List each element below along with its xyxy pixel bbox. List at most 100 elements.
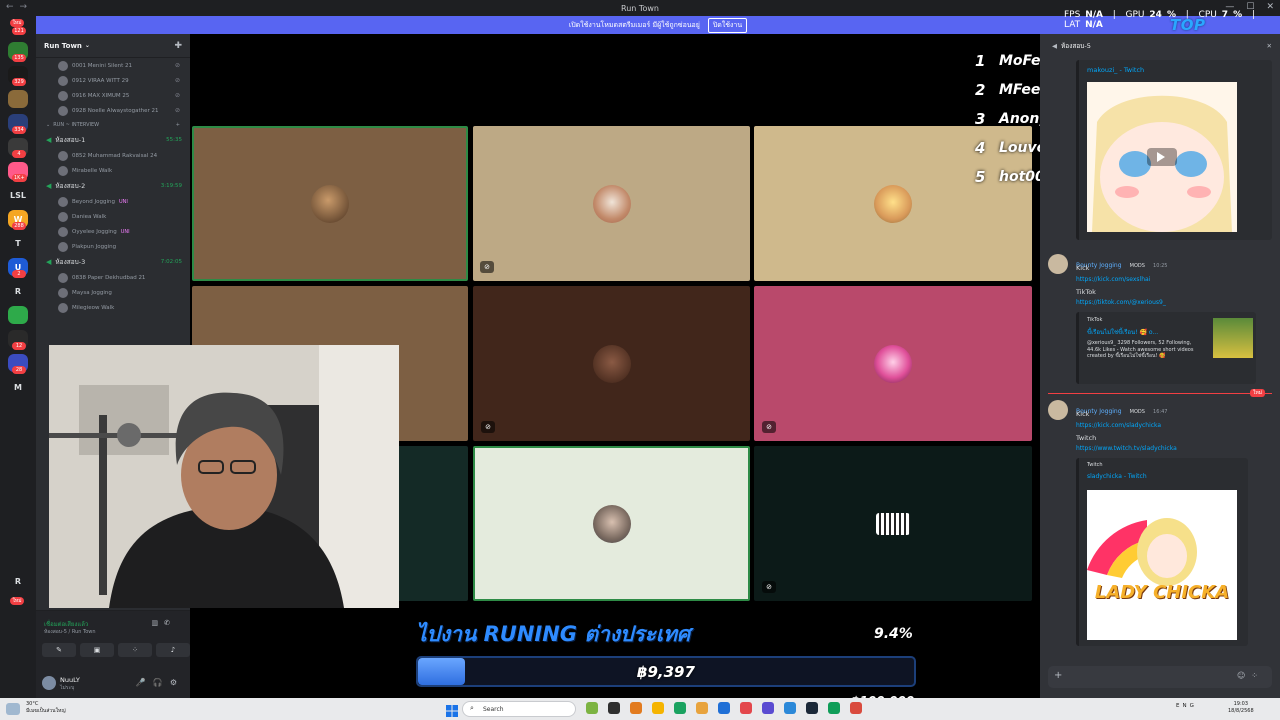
video-tile[interactable] — [473, 126, 750, 281]
soundboard-button[interactable]: ♪ — [156, 643, 190, 657]
message-link[interactable]: https://tiktok.com/@xerious9_ — [1076, 299, 1166, 306]
avatar — [58, 196, 68, 207]
add-channel-icon[interactable]: + — [176, 122, 180, 128]
muted-mic-icon: ⊘ — [174, 107, 180, 114]
taskbar-app-icon[interactable] — [608, 702, 620, 714]
video-tile[interactable]: ⊘ — [754, 286, 1032, 441]
camera-off-button[interactable]: ✎ — [42, 643, 76, 657]
video-tile[interactable] — [192, 126, 468, 281]
avatar — [58, 211, 68, 222]
taskbar-app-icon[interactable] — [696, 702, 708, 714]
channel-name: ห้องสอบ-2 — [55, 182, 86, 190]
taskbar-app-icon[interactable] — [674, 702, 686, 714]
activities-button[interactable]: ⁘ — [118, 643, 152, 657]
member-item[interactable]: 0928 Noelle Alwaystogather 21 ⊘ — [36, 103, 190, 118]
server-icon[interactable]: M — [8, 378, 28, 396]
fps-label: FPS — [1064, 10, 1081, 20]
category-header[interactable]: ⌄ RUN ~ INTERVIEW + — [36, 118, 190, 132]
weather-temp: 30°C — [26, 701, 39, 707]
voice-channel[interactable]: ◀ ห้องสอบ-2 3:19:59 — [36, 178, 190, 194]
embed-title[interactable]: makouzi_ - Twitch — [1087, 66, 1144, 74]
embed-title[interactable]: ขี้เรือนไม่ใช่ขี้เรือน! 🥰 o... — [1087, 327, 1207, 337]
video-tile[interactable]: ⊘ — [473, 286, 750, 441]
server-icon[interactable]: LSL — [8, 186, 28, 204]
taskbar-app-icon[interactable] — [784, 702, 796, 714]
unread-count-badge: 12 — [12, 342, 26, 350]
voice-channel-label[interactable]: ห้องสอบ-5 / Run Town — [44, 628, 96, 636]
avatar[interactable] — [1048, 400, 1068, 420]
taskbar-app-icon[interactable] — [630, 702, 642, 714]
message-link[interactable]: https://www.twitch.tv/sladychicka — [1076, 445, 1177, 452]
member-item[interactable]: 0916 MAX XIMUM 25 ⊘ — [36, 88, 190, 103]
goal-title: ไปงาน RUNING ต่างประเทศ — [416, 622, 691, 646]
unread-count-badge: 288 — [12, 222, 26, 230]
video-tile[interactable] — [473, 446, 750, 601]
tiktok-embed[interactable]: TikTok ขี้เรือนไม่ใช่ขี้เรือน! 🥰 o... @x… — [1076, 312, 1256, 384]
system-tray[interactable]: ENG — [1176, 703, 1197, 709]
chat-input[interactable]: + ☺⁘ — [1048, 666, 1272, 688]
taskbar-app-icon[interactable] — [652, 702, 664, 714]
chevron-icon: ⌄ — [46, 122, 51, 128]
member-item[interactable]: Oyyelee Jogging UNI — [36, 224, 190, 239]
language-indicator[interactable]: ENG — [1176, 703, 1197, 709]
member-item[interactable]: Milegieow Walk — [36, 300, 190, 315]
taskbar: 30°C มีเมฆเป็นส่วนใหญ่ ⌕ Search ENG 19:0… — [0, 698, 1280, 720]
channel-timer: 55:35 — [166, 137, 182, 143]
member-item[interactable]: Plakpun Jogging — [36, 239, 190, 254]
taskbar-app-icon[interactable] — [806, 702, 818, 714]
taskbar-app-icon[interactable] — [740, 702, 752, 714]
screen: ←→ Run Town — ☐ ✕ เปิดใช้งานโหมดสตรีมเมอ… — [0, 0, 1280, 720]
start-icon[interactable] — [446, 702, 458, 717]
member-item[interactable]: 0838 Paper Dekhudbad 21 — [36, 270, 190, 285]
member-item[interactable]: 0912 VIRAA WITT 29 ⊘ — [36, 73, 190, 88]
avatar — [58, 90, 68, 101]
server-icon[interactable]: T — [8, 234, 28, 252]
taskbar-search[interactable]: ⌕ Search — [462, 701, 576, 717]
member-item[interactable]: Beyond Jogging UNI — [36, 194, 190, 209]
avatar[interactable] — [42, 676, 56, 690]
message-link[interactable]: https://kick.com/sladychicka — [1076, 422, 1161, 429]
embed-thumbnail[interactable] — [1087, 82, 1237, 232]
member-item[interactable]: Maysa Jogging — [36, 285, 190, 300]
member-item[interactable]: Daniea Walk — [36, 209, 190, 224]
taskbar-clock[interactable]: 19:03 18/8/2568 — [1228, 701, 1254, 715]
server-icon[interactable] — [8, 306, 28, 324]
user-name: NuuLY — [60, 676, 80, 684]
weather-widget[interactable]: 30°C มีเมฆเป็นส่วนใหญ่ — [26, 701, 66, 715]
server-icon[interactable] — [8, 90, 28, 108]
member-item[interactable]: 0001 Menini Silent 21 ⊘ — [36, 58, 190, 73]
embed-thumbnail[interactable]: LADY CHICKA — [1087, 490, 1237, 640]
screen-share-button[interactable]: ▣ — [80, 643, 114, 657]
embed-title[interactable]: sladychicka - Twitch — [1087, 473, 1147, 480]
chat-panel: ◀ ห้องสอบ-5 ✕ makouzi_ - Twitch Bounty J… — [1040, 34, 1280, 698]
video-tile[interactable]: ⊘ — [754, 446, 1032, 601]
weather-icon[interactable] — [6, 703, 20, 715]
taskbar-app-icon[interactable] — [850, 702, 862, 714]
voice-channel[interactable]: ◀ ห้องสอบ-1 55:35 — [36, 132, 190, 148]
muted-icon: ⊘ — [480, 261, 494, 273]
taskbar-app-icon[interactable] — [762, 702, 774, 714]
avatar — [58, 241, 68, 252]
message-link[interactable]: https://kick.com/sexslhai — [1076, 276, 1150, 283]
banner-disable-button[interactable]: ปิดใช้งาน — [707, 17, 748, 33]
member-item[interactable]: 0852 Muhammad Rakvaisal 24 — [36, 148, 190, 163]
embed-thumbnail[interactable] — [1213, 318, 1253, 358]
voice-channel[interactable]: ◀ ห้องสอบ-3 7:02:05 — [36, 254, 190, 270]
voice-panel-icons[interactable]: ▥✆ — [152, 619, 176, 627]
add-attachment-icon[interactable]: + — [1054, 670, 1062, 681]
taskbar-app-icon[interactable] — [718, 702, 730, 714]
twitch-embed[interactable]: Twitch sladychicka - Twitch LADY CHICKA — [1076, 458, 1248, 646]
user-controls[interactable]: 🎤🎧⚙ — [136, 678, 184, 687]
server-header[interactable]: Run Town ⌄ ✚ — [36, 34, 190, 58]
emoji-icon[interactable]: ☺⁘ — [1237, 671, 1264, 680]
server-icon-r[interactable]: R — [8, 572, 28, 590]
member-item[interactable]: Mirabelle Walk — [36, 163, 190, 178]
close-chat-icon[interactable]: ✕ — [1267, 42, 1272, 50]
add-member-icon[interactable]: ✚ — [174, 41, 182, 51]
nav-arrows-icon[interactable]: ←→ — [6, 2, 33, 12]
taskbar-app-icon[interactable] — [586, 702, 598, 714]
server-icon[interactable]: R — [8, 282, 28, 300]
twitch-embed[interactable]: makouzi_ - Twitch — [1076, 60, 1272, 240]
taskbar-app-icon[interactable] — [828, 702, 840, 714]
avatar[interactable] — [1048, 254, 1068, 274]
